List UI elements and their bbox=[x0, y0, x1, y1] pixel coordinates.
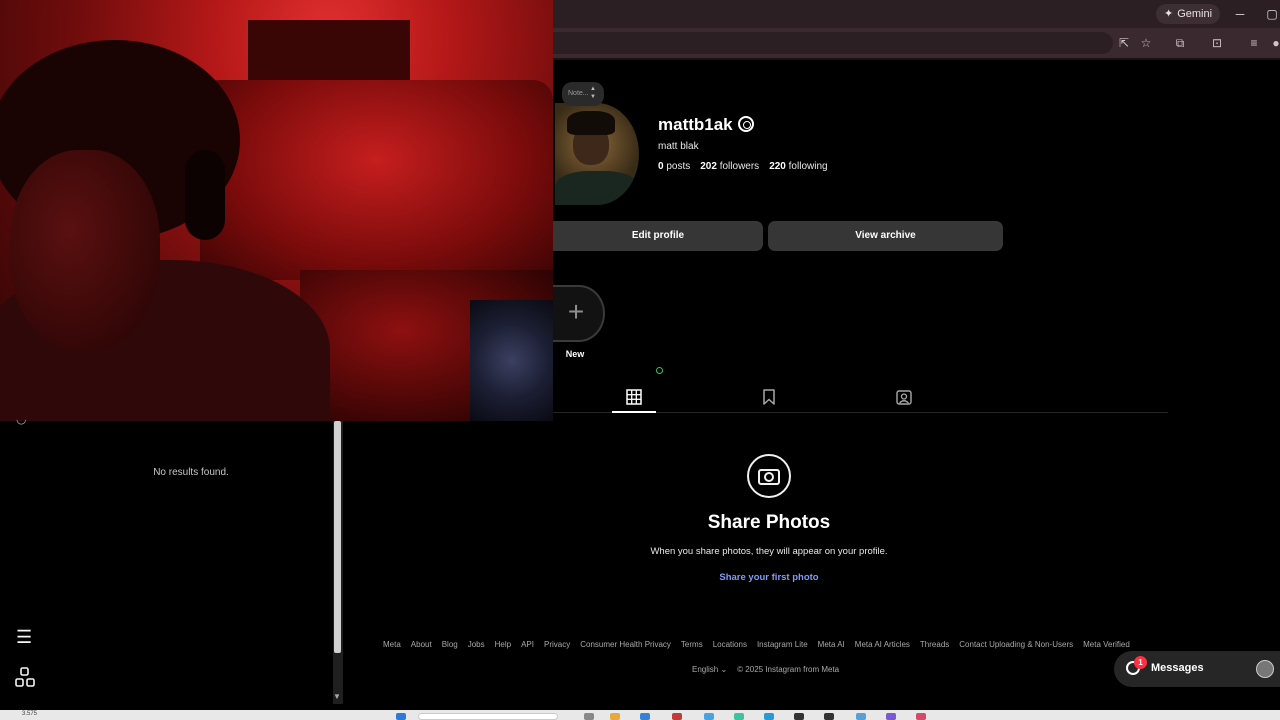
share-photos-title: Share Photos bbox=[707, 512, 831, 533]
folder-icon[interactable] bbox=[610, 713, 620, 720]
footer-link[interactable]: About bbox=[411, 640, 432, 649]
footer-link[interactable]: Instagram Lite bbox=[757, 640, 808, 649]
webcam-person-face bbox=[10, 150, 160, 350]
footer-link[interactable]: Consumer Health Privacy bbox=[580, 640, 671, 649]
edit-profile-button[interactable]: Edit profile bbox=[553, 221, 763, 251]
taskbar-app-icon[interactable] bbox=[764, 713, 774, 720]
footer-link[interactable]: Meta bbox=[383, 640, 401, 649]
followers-stat[interactable]: 202 followers bbox=[700, 161, 759, 172]
taskbar-search-box[interactable] bbox=[418, 713, 558, 720]
taskbar-app-icon[interactable] bbox=[704, 713, 714, 720]
messages-label: Messages bbox=[1151, 662, 1204, 674]
footer-link[interactable]: Meta AI Articles bbox=[855, 640, 910, 649]
copyright-text: © 2025 Instagram from Meta bbox=[737, 665, 840, 674]
taskbar-app-icon[interactable] bbox=[916, 713, 926, 720]
footer-link[interactable]: Locations bbox=[713, 640, 747, 649]
tab-active-indicator bbox=[612, 411, 656, 413]
webcam-overlay bbox=[0, 0, 553, 421]
install-app-icon[interactable]: ⇱ bbox=[1116, 35, 1132, 51]
posts-grid-icon[interactable] bbox=[626, 389, 642, 405]
extensions-icon[interactable]: ⧉ bbox=[1172, 35, 1188, 51]
loading-spinner-icon: ◡ bbox=[16, 412, 27, 426]
menu-icon[interactable]: ☰ bbox=[16, 628, 34, 646]
note-arrows-icon: ▲ ▼ bbox=[590, 86, 596, 100]
footer-link[interactable]: Privacy bbox=[544, 640, 570, 649]
share-first-photo-link[interactable]: Share your first photo bbox=[553, 572, 985, 583]
screen: ✦ Gemini ─ ▢ ⇱ ☆ ⧉ ⊡ ≡ ● ◡ No results fo… bbox=[0, 0, 1280, 720]
profile-stats: 0 posts 202 followers 220 following bbox=[658, 161, 828, 172]
split-view-icon[interactable]: ⊡ bbox=[1209, 35, 1225, 51]
sparkle-icon: ✦ bbox=[1164, 8, 1174, 20]
note-bubble[interactable]: Note... bbox=[562, 82, 604, 106]
taskbar-status-text: 3.575 bbox=[22, 711, 38, 717]
start-icon[interactable] bbox=[396, 713, 406, 720]
messages-avatar bbox=[1256, 660, 1274, 678]
posts-stat: 0 posts bbox=[658, 161, 691, 172]
footer-link[interactable]: Help bbox=[495, 640, 511, 649]
footer-link[interactable]: Meta Verified bbox=[1083, 640, 1130, 649]
taskbar-app-icon[interactable] bbox=[672, 713, 682, 720]
footer-link[interactable]: Terms bbox=[681, 640, 703, 649]
profile-full-name: matt blak bbox=[658, 141, 699, 152]
messages-badge: 1 bbox=[1134, 656, 1147, 669]
following-stat[interactable]: 220 following bbox=[769, 161, 827, 172]
threads-icon[interactable] bbox=[15, 667, 35, 687]
view-archive-button[interactable]: View archive bbox=[768, 221, 1003, 251]
sidebar bbox=[0, 421, 334, 710]
new-highlight-label: New bbox=[565, 349, 585, 359]
plus-icon: + bbox=[567, 296, 585, 327]
no-results-text: No results found. bbox=[153, 467, 229, 478]
chevron-down-icon: ⌄ bbox=[720, 665, 728, 674]
media-controls-icon[interactable]: ≡ bbox=[1246, 35, 1262, 51]
footer-meta: English ⌄ © 2025 Instagram from Meta bbox=[692, 665, 839, 674]
minimize-button[interactable]: ─ bbox=[1230, 4, 1250, 24]
gemini-button[interactable]: ✦ Gemini bbox=[1156, 4, 1221, 24]
gemini-label: Gemini bbox=[1177, 8, 1213, 20]
camera-lens-icon bbox=[764, 472, 774, 482]
tagged-icon[interactable] bbox=[896, 389, 912, 405]
taskbar-app-icon[interactable] bbox=[856, 713, 866, 720]
bookmark-star-icon[interactable]: ☆ bbox=[1138, 35, 1154, 51]
taskbar-app-icon[interactable] bbox=[584, 713, 594, 720]
footer-links: Meta About Blog Jobs Help API Privacy Co… bbox=[383, 640, 1130, 649]
saved-bookmark-icon[interactable] bbox=[761, 389, 777, 405]
webcam-headphone bbox=[185, 150, 225, 240]
webcam-bed bbox=[200, 80, 553, 280]
taskbar-app-icon[interactable] bbox=[640, 713, 650, 720]
maximize-button[interactable]: ▢ bbox=[1262, 4, 1280, 24]
webcam-artwork bbox=[470, 300, 553, 421]
status-dot-icon bbox=[656, 367, 663, 374]
taskbar-app-icon[interactable] bbox=[734, 713, 744, 720]
footer-link[interactable]: Jobs bbox=[468, 640, 485, 649]
profile-icon[interactable]: ● bbox=[1268, 35, 1280, 51]
footer-link[interactable]: Meta AI bbox=[818, 640, 845, 649]
avatar-hair bbox=[567, 111, 615, 135]
profile-avatar[interactable] bbox=[555, 103, 639, 205]
taskbar-app-icon[interactable] bbox=[794, 713, 804, 720]
profile-username: mattb1ak bbox=[658, 115, 733, 134]
avatar-shirt bbox=[555, 171, 639, 205]
chrome-divider bbox=[553, 58, 1280, 60]
share-photos-subtitle: When you share photos, they will appear … bbox=[650, 546, 888, 557]
settings-gear-icon[interactable] bbox=[738, 116, 754, 132]
footer-link[interactable]: Threads bbox=[920, 640, 949, 649]
footer-link[interactable]: API bbox=[521, 640, 534, 649]
footer-link[interactable]: Blog bbox=[442, 640, 458, 649]
taskbar-app-icon[interactable] bbox=[886, 713, 896, 720]
footer-link[interactable]: Contact Uploading & Non-Users bbox=[959, 640, 1073, 649]
taskbar-app-icon[interactable] bbox=[824, 713, 834, 720]
address-bar[interactable] bbox=[553, 32, 1113, 54]
scrollbar-thumb[interactable] bbox=[334, 421, 341, 653]
language-selector[interactable]: English ⌄ bbox=[692, 665, 727, 674]
scroll-down-arrow-icon[interactable]: ▼ bbox=[332, 692, 342, 702]
